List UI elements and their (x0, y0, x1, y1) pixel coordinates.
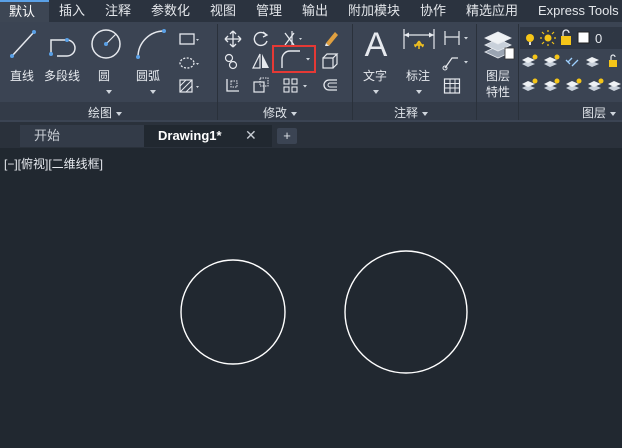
layer-tools-row-1[interactable] (520, 52, 622, 70)
dimension-icon[interactable] (401, 27, 437, 61)
tab-express-tools[interactable]: Express Tools (538, 0, 619, 22)
layer-dropdown[interactable] (520, 27, 622, 49)
stretch-icon[interactable] (224, 76, 242, 94)
text-dropdown-icon[interactable] (369, 83, 379, 101)
layer-properties-label-2[interactable]: 特性 (486, 83, 510, 100)
tab-annotate[interactable]: 注释 (105, 0, 131, 22)
tab-start[interactable]: 开始 (20, 125, 144, 147)
offset-icon[interactable] (321, 77, 341, 95)
tab-manage[interactable]: 管理 (256, 0, 282, 22)
array-3d-icon[interactable] (321, 52, 341, 70)
array-icon[interactable] (282, 77, 312, 95)
tab-addins[interactable]: 附加模块 (348, 0, 400, 22)
dimension-button-label[interactable]: 标注 (406, 67, 430, 84)
tab-parametric[interactable]: 参数化 (151, 0, 190, 22)
circle-button-label[interactable]: 圆 (98, 67, 110, 84)
ribbon-tab-bar: 默认 插入 注释 参数化 视图 管理 输出 附加模块 协作 精选应用 Expre… (0, 0, 622, 22)
rectangle-icon[interactable] (178, 31, 200, 47)
circle-entity[interactable] (180, 259, 286, 365)
new-tab-button[interactable]: + (277, 128, 297, 144)
tab-output[interactable]: 输出 (302, 0, 328, 22)
current-layer-name: 0 (595, 31, 603, 46)
tab-drawing1-label: Drawing1* (158, 128, 222, 143)
fillet-icon[interactable] (272, 45, 316, 73)
arc-button-label[interactable]: 圆弧 (136, 67, 160, 84)
table-icon[interactable] (443, 77, 461, 95)
erase-icon[interactable] (322, 29, 340, 47)
panel-divider (518, 24, 519, 120)
draw-panel-title[interactable]: 绘图 (88, 104, 123, 121)
drawing-canvas[interactable] (0, 150, 622, 448)
arc-dropdown-icon[interactable] (146, 83, 156, 101)
viewport-controls-label[interactable]: [−][俯视][二维线框] (4, 155, 103, 172)
copy-icon[interactable] (222, 51, 242, 71)
annotation-panel-title[interactable]: 注释 (394, 104, 429, 121)
line-button-label[interactable]: 直线 (10, 67, 34, 84)
mirror-icon[interactable] (251, 51, 271, 71)
dimension-dropdown-icon[interactable] (412, 83, 422, 101)
panel-divider (352, 24, 353, 120)
rotate-icon[interactable] (252, 30, 270, 48)
text-icon[interactable]: A (361, 26, 391, 62)
layer-properties-label[interactable]: 图层 (486, 67, 510, 84)
move-icon[interactable] (224, 30, 242, 48)
ellipse-icon[interactable] (178, 55, 200, 71)
layer-properties-icon[interactable] (482, 28, 516, 62)
arc-icon[interactable] (134, 27, 168, 61)
tab-view[interactable]: 视图 (210, 0, 236, 22)
circle-entity[interactable] (344, 250, 468, 374)
tab-default[interactable]: 默认 (0, 0, 49, 22)
tab-start-label: 开始 (34, 128, 61, 143)
circle-icon[interactable] (89, 27, 123, 61)
leader-icon[interactable] (442, 53, 472, 71)
panel-divider (217, 24, 218, 120)
tab-collaborate[interactable]: 协作 (420, 0, 446, 22)
tab-insert[interactable]: 插入 (59, 0, 85, 22)
line-icon[interactable] (8, 28, 38, 60)
hatch-icon[interactable] (178, 78, 200, 94)
layer-tools-row-2[interactable] (520, 76, 622, 94)
linear-dim-icon[interactable] (442, 29, 472, 47)
polyline-button-label[interactable]: 多段线 (44, 67, 80, 84)
tab-featured-apps[interactable]: 精选应用 (466, 0, 518, 22)
text-button-label[interactable]: 文字 (363, 67, 387, 84)
close-tab-icon[interactable]: ✕ (245, 127, 257, 144)
polyline-icon[interactable] (47, 28, 83, 60)
svg-text:A: A (365, 26, 388, 62)
panel-divider (476, 24, 477, 120)
scale-icon[interactable] (252, 76, 270, 94)
circle-dropdown-icon[interactable] (102, 83, 112, 101)
modify-panel-title[interactable]: 修改 (263, 104, 298, 121)
layers-panel-title[interactable]: 图层 (582, 104, 617, 121)
